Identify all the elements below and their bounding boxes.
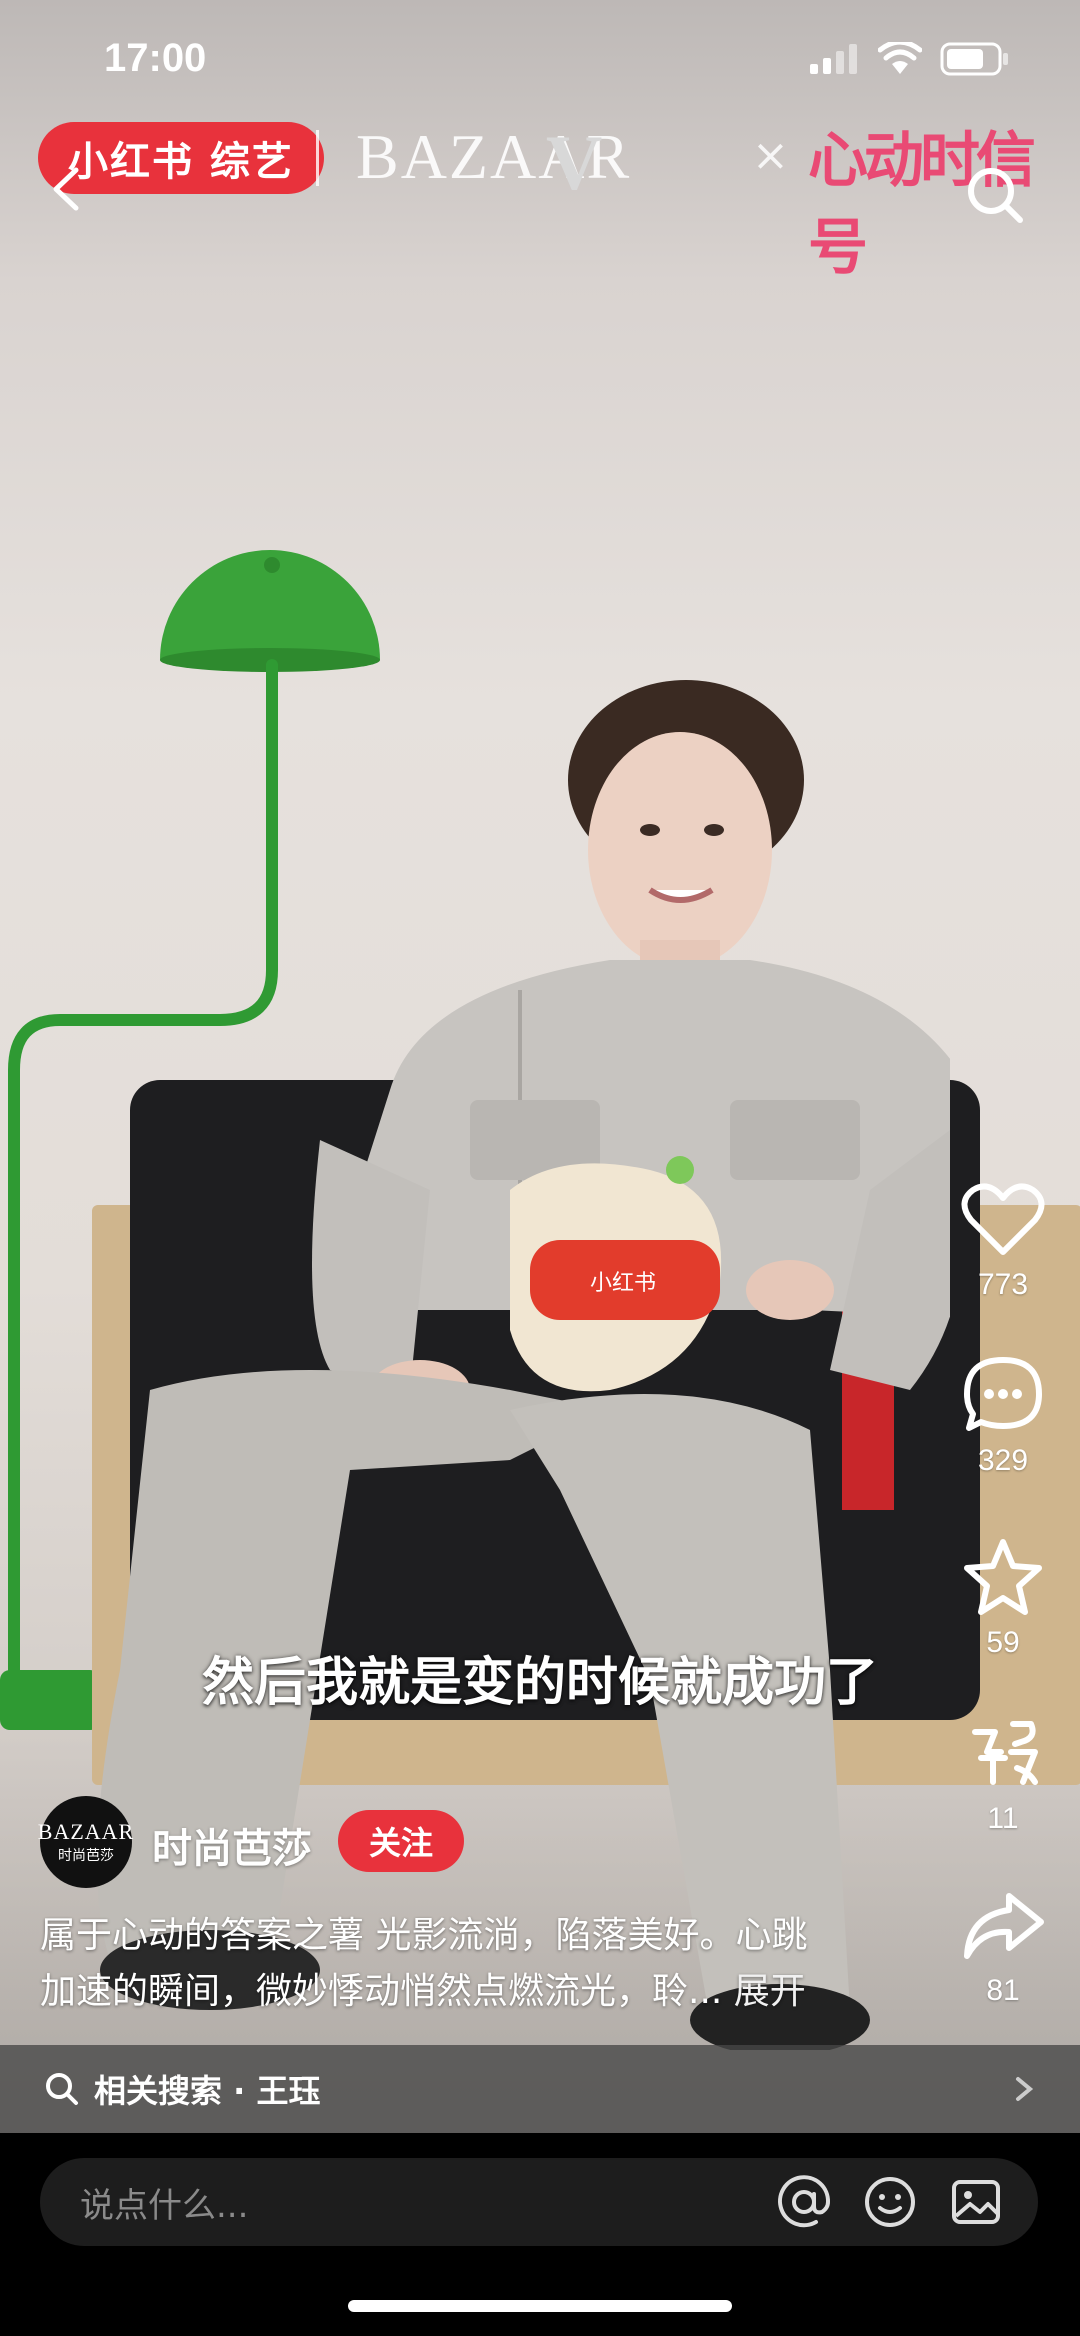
share-gift-button[interactable]: 11: [948, 1712, 1058, 1836]
share-count: 81: [986, 1974, 1020, 2007]
post-description[interactable]: 属于心动的答案之薯 光影流淌，陷落美好。心跳 加速的瞬间，微妙悸动悄然点燃流光，…: [40, 1908, 900, 2020]
video-subtitle: 然后我就是变的时候就成功了: [201, 1653, 878, 1713]
image-icon[interactable]: [948, 2174, 1004, 2230]
author-avatar[interactable]: BAZAAR 时尚芭莎: [37, 1796, 135, 1888]
toy-label: 小红书: [590, 1271, 656, 1296]
comment-count: 329: [977, 1444, 1029, 1477]
show-logo: 心动时信号: [808, 126, 1036, 283]
like-count: 773: [977, 1268, 1029, 1301]
status-icons: [810, 42, 1010, 76]
battery-icon: [940, 42, 1008, 76]
at-mention-icon[interactable]: [776, 2174, 832, 2230]
comment-placeholder: 说点什么...: [80, 2185, 249, 2226]
heart-icon: [961, 1183, 1045, 1255]
home-indicator[interactable]: [348, 2300, 732, 2312]
signal-icon: [810, 44, 857, 74]
description-line-2: 加速的瞬间，微妙悸动悄然点燃流光，聆...: [40, 1971, 723, 2012]
back-arrow-icon[interactable]: [44, 164, 94, 214]
collab-x: ×: [752, 130, 789, 181]
related-search-bar[interactable]: 相关搜索 · 王珏: [0, 2045, 1080, 2133]
share-button[interactable]: 81: [948, 1888, 1058, 2008]
avatar-logo-text: BAZAAR: [37, 1819, 135, 1844]
share-gift-count: 11: [987, 1802, 1019, 1835]
hand-drawn-share-icon: [972, 1721, 1038, 1785]
comment-bubble-icon: [964, 1357, 1042, 1431]
status-time: 17:00: [104, 36, 207, 80]
author-name[interactable]: 时尚芭莎: [152, 1816, 312, 1874]
comment-input[interactable]: 说点什么...: [40, 2158, 1038, 2246]
search-icon: [46, 2073, 78, 2105]
expand-link[interactable]: 展开: [734, 1971, 806, 2012]
like-button[interactable]: 773: [948, 1182, 1058, 1302]
brand-divider: [316, 130, 319, 186]
follow-button[interactable]: 关注: [338, 1810, 464, 1872]
share-arrow-icon: [964, 1893, 1044, 1959]
related-search-label: 相关搜索 · 王珏: [94, 2072, 321, 2110]
avatar-logo-subtext: 时尚芭莎: [58, 1849, 114, 1864]
partner-v-mark: V: [546, 119, 603, 206]
star-icon: [964, 1539, 1042, 1615]
chevron-right-icon: [1016, 2077, 1034, 2101]
description-line-1: 属于心动的答案之薯 光影流淌，陷落美好。心跳: [40, 1915, 808, 1956]
search-icon[interactable]: [964, 164, 1026, 226]
comment-button[interactable]: 329: [948, 1354, 1058, 1478]
wifi-icon: [878, 42, 922, 74]
video-screen[interactable]: 小红书 17:00 小红书 综艺 BAZAAR V × 心动时信号 773 32…: [0, 0, 1080, 2336]
emoji-icon[interactable]: [862, 2174, 918, 2230]
